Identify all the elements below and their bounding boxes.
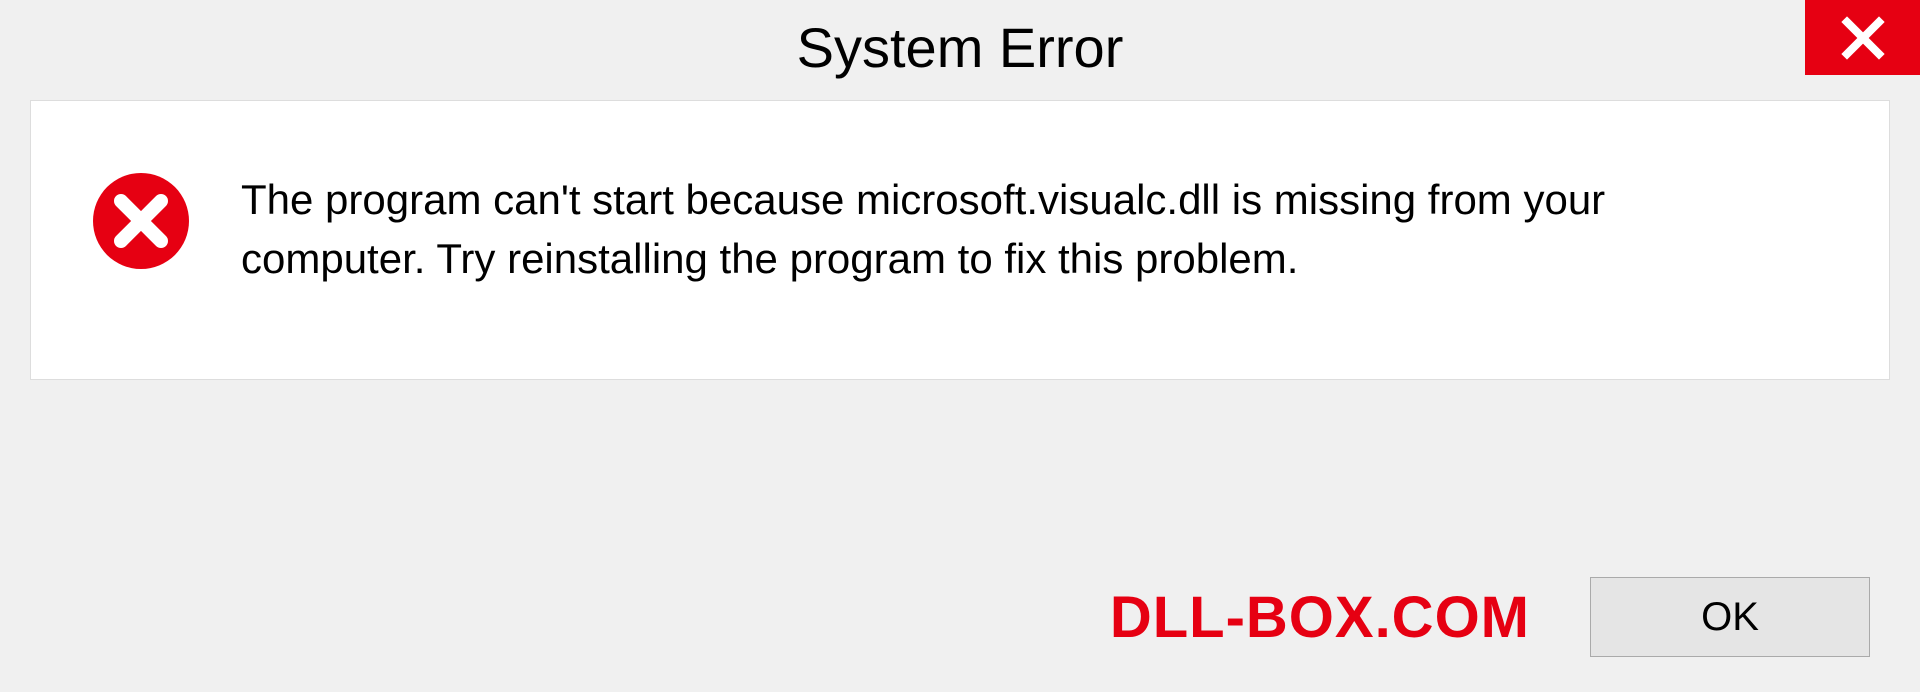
titlebar: System Error xyxy=(0,0,1920,95)
dialog-footer: DLL-BOX.COM OK xyxy=(0,577,1920,657)
ok-button[interactable]: OK xyxy=(1590,577,1870,657)
dialog-content-panel: The program can't start because microsof… xyxy=(30,100,1890,380)
error-message-text: The program can't start because microsof… xyxy=(241,171,1791,289)
close-icon xyxy=(1839,14,1887,62)
error-icon xyxy=(91,171,191,276)
dialog-title: System Error xyxy=(797,15,1124,80)
watermark-text: DLL-BOX.COM xyxy=(1110,584,1530,651)
close-button[interactable] xyxy=(1805,0,1920,75)
